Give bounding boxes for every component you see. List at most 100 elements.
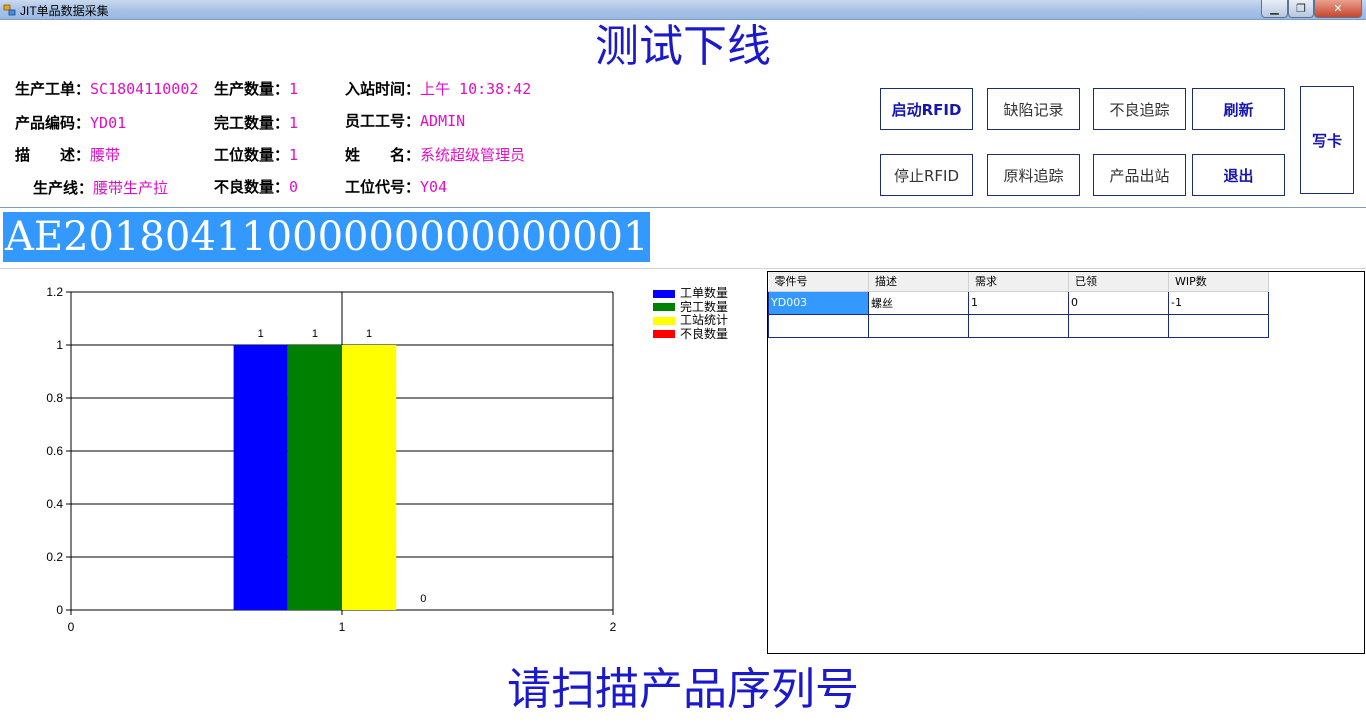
- name-field: 姓 名：系统超级管理员: [345, 145, 525, 165]
- scan-prompt: 请扫描产品序列号: [507, 664, 859, 715]
- employee-id-value: ADMIN: [420, 112, 466, 130]
- station-qty-field: 工位数量：1: [214, 145, 298, 165]
- desc-label: 描 述：: [15, 146, 91, 164]
- col-header-received[interactable]: 已领: [1068, 272, 1169, 292]
- y-tick-label: 1.2: [46, 285, 63, 299]
- production-chart: 0 0.2 0.4 0.6 0.8 1 1.2 0 1 2 1 1 1 0: [46, 285, 617, 634]
- close-button[interactable]: ✕: [1314, 0, 1362, 18]
- data-label: 1: [258, 328, 264, 340]
- defect-qty-label: 不良数量：: [214, 178, 290, 196]
- line-label: 生产线：: [33, 179, 94, 197]
- legend-item: 完工数量: [653, 299, 729, 315]
- table-cell[interactable]: [968, 313, 1069, 338]
- legend-swatch: [653, 303, 675, 312]
- y-tick-label: 1: [56, 338, 63, 352]
- station-code-field: 工位代号：Y04: [345, 177, 447, 197]
- table-cell[interactable]: -1: [1168, 290, 1269, 315]
- work-order-label: 生产工单：: [15, 80, 91, 98]
- data-label: 0: [420, 593, 426, 605]
- restore-icon: ❐: [1296, 2, 1306, 15]
- legend-item: 工站统计: [653, 313, 729, 328]
- station-qty-value: 1: [289, 146, 299, 164]
- material-trace-button[interactable]: 原料追踪: [987, 154, 1080, 196]
- legend-swatch: [653, 316, 675, 325]
- done-qty-field: 完工数量：1: [214, 113, 298, 133]
- product-code-value: YD01: [90, 114, 127, 132]
- prod-qty-value: 1: [289, 80, 299, 98]
- data-label: 1: [366, 328, 372, 340]
- minimize-icon: ▁: [1270, 2, 1279, 15]
- table-row[interactable]: [768, 313, 1269, 338]
- exit-button[interactable]: 退出: [1192, 154, 1285, 196]
- defect-qty-field: 不良数量：0: [214, 177, 298, 197]
- y-tick-label: 0: [56, 603, 63, 617]
- desc-field: 描 述：腰带: [15, 145, 120, 165]
- x-tick-label: 1: [339, 620, 346, 634]
- in-time-field: 入站时间：上午 10:38:42: [345, 79, 531, 99]
- line-value: 腰带生产拉: [93, 179, 169, 197]
- window-titlebar: JIT单品数据采集 ▁ ❐ ✕: [0, 0, 1366, 20]
- serial-input[interactable]: AE20180411000000000000001: [0, 207, 1366, 269]
- write-card-button[interactable]: 写卡: [1300, 86, 1354, 194]
- window-title: JIT单品数据采集: [20, 4, 109, 18]
- table-cell[interactable]: YD003: [768, 290, 869, 315]
- legend-swatch: [653, 289, 675, 298]
- table-cell[interactable]: 1: [968, 290, 1069, 315]
- data-label: 1: [312, 328, 318, 340]
- table-row[interactable]: YD003 螺丝 1 0 -1: [768, 290, 1269, 315]
- table-cell[interactable]: [768, 313, 869, 338]
- name-label: 姓 名：: [345, 146, 421, 164]
- parts-grid[interactable]: 零件号 描述 需求 已领 WIP数 YD003 螺丝 1 0 -1: [767, 271, 1365, 654]
- in-time-value: 上午 10:38:42: [420, 80, 532, 98]
- legend-label: 完工数量: [680, 299, 729, 314]
- bar-1: [233, 345, 288, 610]
- maximize-button[interactable]: ❐: [1288, 0, 1314, 18]
- work-order-field: 生产工单：SC1804110002: [15, 79, 197, 99]
- y-tick-label: 0.8: [46, 391, 63, 405]
- minimize-button[interactable]: ▁: [1261, 0, 1288, 18]
- col-header-part-no[interactable]: 零件号: [768, 272, 869, 292]
- table-cell[interactable]: 螺丝: [868, 290, 969, 315]
- legend-label: 工站统计: [680, 313, 729, 327]
- desc-value: 腰带: [90, 146, 121, 164]
- y-tick-label: 0.4: [46, 497, 63, 511]
- product-code-field: 产品编码：YD01: [15, 113, 126, 133]
- work-order-value: SC1804110002: [90, 80, 198, 98]
- stop-rfid-button[interactable]: 停止RFID: [880, 154, 973, 196]
- product-code-label: 产品编码：: [15, 114, 91, 132]
- table-cell[interactable]: [1168, 313, 1269, 338]
- legend-item: 不良数量: [653, 327, 728, 342]
- refresh-button[interactable]: 刷新: [1192, 88, 1285, 130]
- serial-value: AE20180411000000000000001: [3, 212, 651, 262]
- x-tick-label: 2: [610, 620, 617, 634]
- table-cell[interactable]: [1068, 313, 1169, 338]
- in-time-label: 入站时间：: [345, 80, 421, 98]
- parts-table: 零件号 描述 需求 已领 WIP数 YD003 螺丝 1 0 -1: [768, 272, 1269, 338]
- station-code-label: 工位代号：: [345, 178, 421, 196]
- station-code-value: Y04: [420, 178, 448, 196]
- employee-id-field: 员工工号：ADMIN: [345, 111, 465, 131]
- table-cell[interactable]: [868, 313, 969, 338]
- chart-legend: 工单数量 完工数量 工站统计 不良数量: [653, 286, 729, 342]
- bar-2: [287, 345, 342, 610]
- done-qty-value: 1: [289, 114, 299, 132]
- y-tick-label: 0.2: [46, 550, 63, 564]
- product-out-button[interactable]: 产品出站: [1093, 154, 1186, 196]
- start-rfid-button[interactable]: 启动RFID: [880, 88, 973, 130]
- line-field: 生产线：腰带生产拉: [33, 178, 168, 198]
- col-header-desc[interactable]: 描述: [868, 272, 969, 292]
- table-cell[interactable]: 0: [1068, 290, 1169, 315]
- defect-record-button[interactable]: 缺陷记录: [987, 88, 1080, 130]
- legend-item: 工单数量: [653, 286, 728, 301]
- x-tick-label: 0: [68, 620, 75, 634]
- y-tick-label: 0.6: [46, 444, 63, 458]
- employee-id-label: 员工工号：: [345, 112, 421, 130]
- done-qty-label: 完工数量：: [214, 114, 290, 132]
- prod-qty-field: 生产数量：1: [214, 79, 298, 99]
- bad-trace-button[interactable]: 不良追踪: [1093, 88, 1186, 130]
- bar-3: [342, 345, 397, 610]
- col-header-wip[interactable]: WIP数: [1168, 272, 1269, 292]
- name-value: 系统超级管理员: [420, 146, 526, 164]
- col-header-demand[interactable]: 需求: [968, 272, 1069, 292]
- app-icon: [3, 4, 16, 16]
